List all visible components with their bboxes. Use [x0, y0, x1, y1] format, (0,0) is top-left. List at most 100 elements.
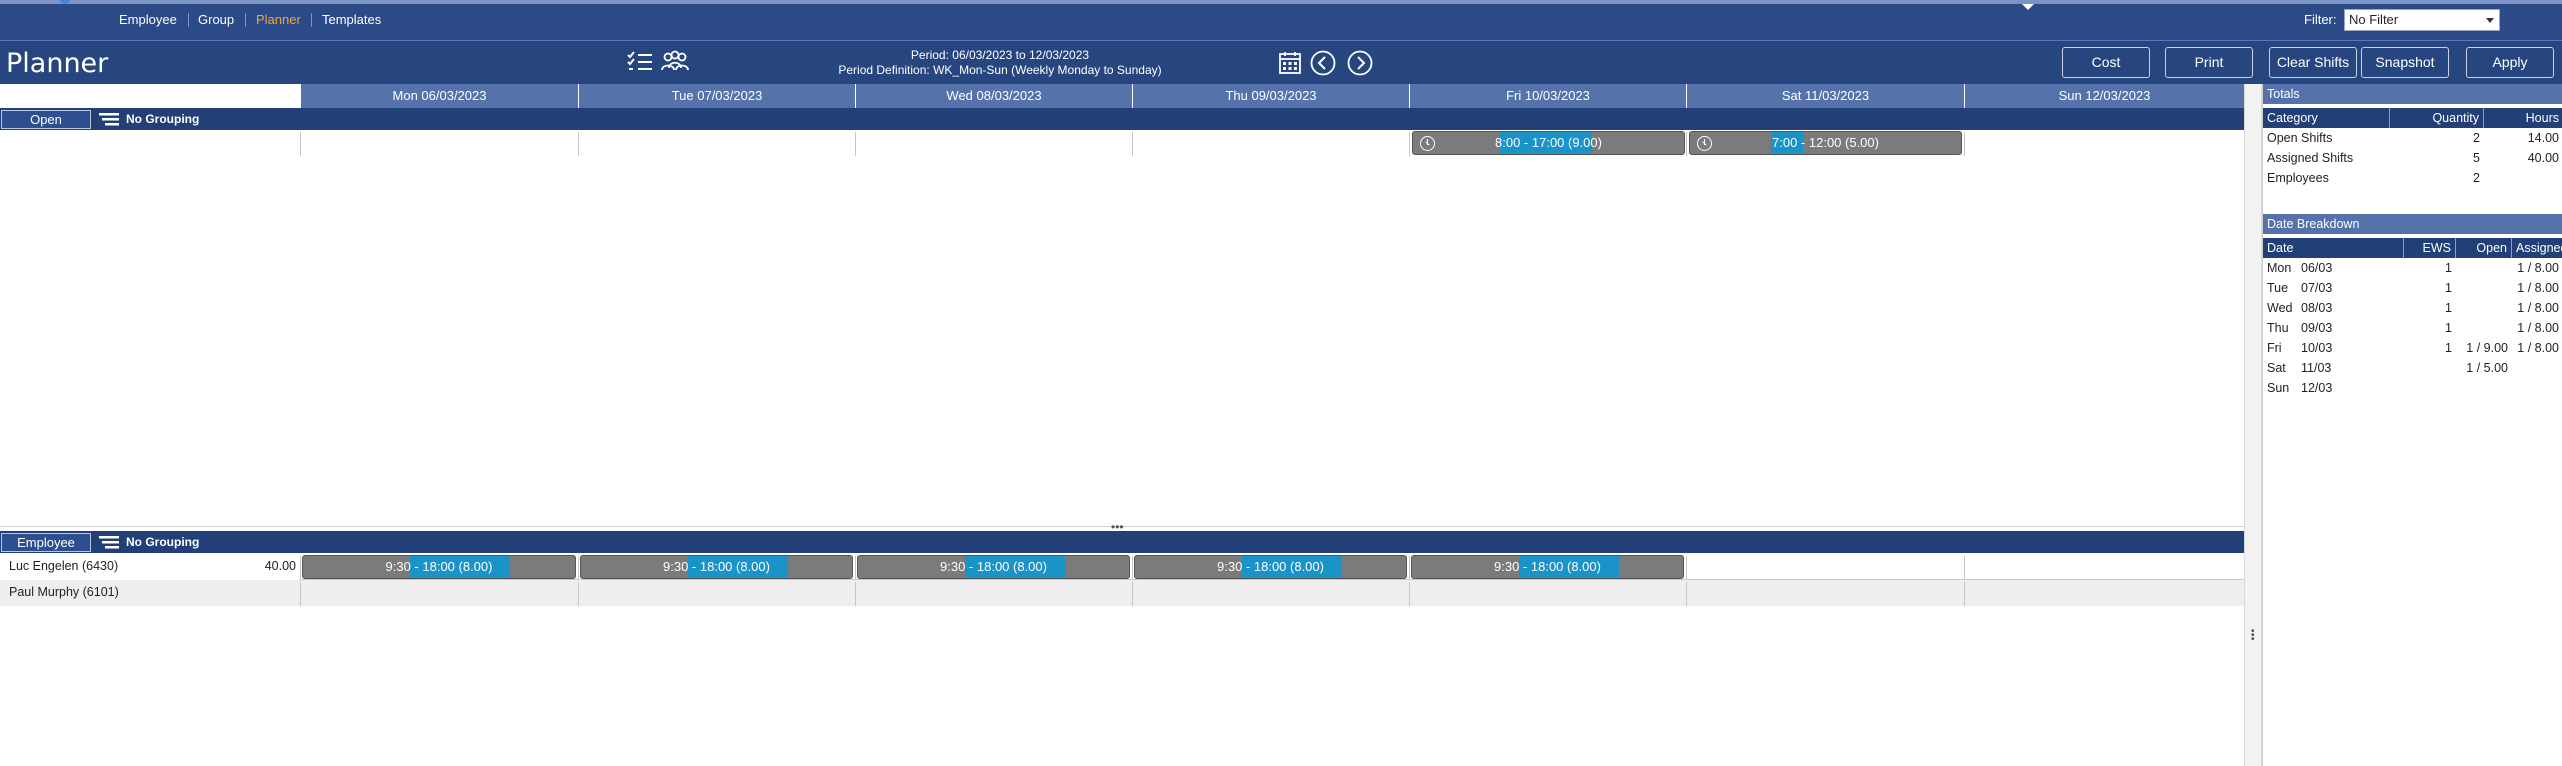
- open-button[interactable]: Open: [1, 110, 91, 129]
- cell-divider: [855, 556, 856, 580]
- breakdown-col-date: Date: [2263, 238, 2404, 258]
- totals-hours: 40.00: [2527, 151, 2559, 165]
- previous-icon[interactable]: [1310, 50, 1336, 79]
- planner-toolbar: Planner Period: 06/03/2023 to 12/03/2023…: [0, 40, 2562, 84]
- clear-shifts-button[interactable]: Clear Shifts: [2269, 47, 2357, 78]
- totals-col-quantity: Quantity: [2390, 108, 2484, 128]
- employee-button[interactable]: Employee: [1, 533, 91, 552]
- employee-name: Paul Murphy (6101): [9, 585, 119, 599]
- cell-divider: [1409, 582, 1410, 606]
- breakdown-title: Date Breakdown: [2263, 214, 2562, 234]
- cell-divider: [855, 132, 856, 156]
- grouping-icon[interactable]: [99, 536, 119, 552]
- day-header-row: Mon 06/03/2023 Tue 07/03/2023 Wed 08/03/…: [0, 84, 2244, 108]
- cell-divider: [300, 132, 301, 156]
- filter-dropdown[interactable]: No Filter: [2344, 9, 2500, 31]
- breakdown-row: Wed 08/03 1 1 / 8.00: [2263, 298, 2562, 318]
- day-header: Wed 08/03/2023: [855, 84, 1132, 108]
- employee-shift-block[interactable]: 9:30 - 18:00 (8.00): [302, 555, 576, 579]
- totals-hours: 14.00: [2527, 131, 2559, 145]
- cost-button[interactable]: Cost: [2062, 47, 2150, 78]
- breakdown-row: Thu 09/03 1 1 / 8.00: [2263, 318, 2562, 338]
- nav-separator: [311, 13, 312, 27]
- totals-header: Category Quantity Hours: [2263, 108, 2562, 128]
- grouping-icon[interactable]: [99, 113, 119, 129]
- totals-title: Totals: [2263, 84, 2562, 104]
- totals-quantity: 5: [2473, 151, 2480, 165]
- cell-divider: [1964, 556, 1965, 580]
- cell-divider: [300, 582, 301, 606]
- breakdown-day: Sun: [2267, 381, 2290, 395]
- cell-divider: [1686, 556, 1687, 580]
- nav-item-templates[interactable]: Templates: [322, 12, 381, 27]
- nav-item-employee[interactable]: Employee: [119, 12, 177, 27]
- apply-button[interactable]: Apply: [2466, 47, 2554, 78]
- cell-divider: [578, 132, 579, 156]
- next-icon[interactable]: [1347, 50, 1373, 79]
- nav-item-group[interactable]: Group: [198, 12, 234, 27]
- day-header: Mon 06/03/2023: [300, 84, 578, 108]
- totals-hours: [2484, 168, 2562, 188]
- open-shift-block[interactable]: 8:00 - 17:00 (9.00): [1412, 131, 1685, 155]
- breakdown-day: Wed: [2267, 301, 2293, 315]
- print-button[interactable]: Print: [2165, 47, 2253, 78]
- breakdown-assigned: 1 / 8.00: [2517, 261, 2559, 275]
- day-header: Sat 11/03/2023: [1686, 84, 1964, 108]
- totals-category: Assigned Shifts: [2267, 151, 2354, 165]
- splitter-grip-icon[interactable]: •••: [2251, 627, 2255, 645]
- cell-divider: [300, 556, 301, 580]
- cell-divider: [1686, 582, 1687, 606]
- employee-name: Luc Engelen (6430): [9, 559, 119, 573]
- menu-top-line: [0, 0, 2562, 4]
- totals-category: Employees: [2267, 171, 2329, 185]
- breakdown-date: 10/03: [2301, 341, 2333, 355]
- breakdown-date: 06/03: [2301, 261, 2333, 275]
- employee-shift-block[interactable]: 9:30 - 18:00 (8.00): [857, 555, 1130, 579]
- shift-label: 9:30 - 18:00 (8.00): [1217, 559, 1324, 574]
- checklist-icon[interactable]: [627, 51, 653, 76]
- calendar-icon[interactable]: [1278, 51, 1302, 78]
- team-icon[interactable]: [660, 50, 690, 77]
- shift-label: 9:30 - 18:00 (8.00): [1494, 559, 1601, 574]
- totals-col-hours: Hours: [2525, 111, 2559, 125]
- breakdown-date: 11/03: [2301, 361, 2332, 375]
- breakdown-row: Sun 12/03: [2263, 378, 2562, 398]
- grouping-label: No Grouping: [126, 112, 200, 126]
- employee-shift-block[interactable]: 9:30 - 18:00 (8.00): [580, 555, 853, 579]
- totals-row: Employees 2: [2263, 168, 2562, 188]
- top-menu-bar: Employee Group Planner Templates Filter:…: [0, 0, 2562, 40]
- breakdown-date: 12/03: [2301, 381, 2333, 395]
- cell-divider: [1964, 582, 1965, 606]
- employee-row[interactable]: Paul Murphy (6101): [0, 580, 2244, 606]
- day-header: Tue 07/03/2023: [578, 84, 855, 108]
- vertical-splitter[interactable]: • • •: [2244, 84, 2262, 766]
- employee-shift-block[interactable]: 9:30 - 18:00 (8.00): [1411, 555, 1684, 579]
- filter-value: No Filter: [2349, 12, 2399, 27]
- cell-divider: [1409, 556, 1410, 580]
- breakdown-col-open: Open: [2456, 238, 2512, 258]
- totals-col-category: Category: [2263, 108, 2390, 128]
- cell-divider: [578, 582, 579, 606]
- summary-panel: Totals Category Quantity Hours Open Shif…: [2262, 84, 2562, 766]
- cell-divider: [1686, 132, 1687, 156]
- shift-label: 9:30 - 18:00 (8.00): [663, 559, 770, 574]
- shift-label: 7:00 - 12:00 (5.00): [1772, 135, 1879, 150]
- breakdown-col-ews: EWS: [2404, 238, 2456, 258]
- employee-row[interactable]: Luc Engelen (6430) 40.00 9:30 - 18:00 (8…: [0, 554, 2244, 580]
- breakdown-day: Fri: [2267, 341, 2282, 355]
- planner-grid: Mon 06/03/2023 Tue 07/03/2023 Wed 08/03/…: [0, 84, 2244, 766]
- employee-shift-block[interactable]: 9:30 - 18:00 (8.00): [1134, 555, 1407, 579]
- snapshot-button[interactable]: Snapshot: [2361, 47, 2449, 78]
- breakdown-assigned: 1 / 8.00: [2517, 281, 2559, 295]
- cell-divider: [1964, 132, 1965, 156]
- nav-item-planner[interactable]: Planner: [256, 12, 301, 27]
- totals-row: Assigned Shifts 5 40.00: [2263, 148, 2562, 168]
- breakdown-assigned: 1 / 8.00: [2517, 341, 2559, 355]
- breakdown-row: Tue 07/03 1 1 / 8.00: [2263, 278, 2562, 298]
- totals-category: Open Shifts: [2267, 131, 2333, 145]
- nav-separator: [245, 13, 246, 27]
- period-definition: Period Definition: WK_Mon-Sun (Weekly Mo…: [838, 63, 1162, 77]
- day-header: Thu 09/03/2023: [1132, 84, 1409, 108]
- open-shift-block[interactable]: 7:00 - 12:00 (5.00): [1689, 131, 1962, 155]
- breakdown-row: Fri 10/03 1 1 / 9.00 1 / 8.00: [2263, 338, 2562, 358]
